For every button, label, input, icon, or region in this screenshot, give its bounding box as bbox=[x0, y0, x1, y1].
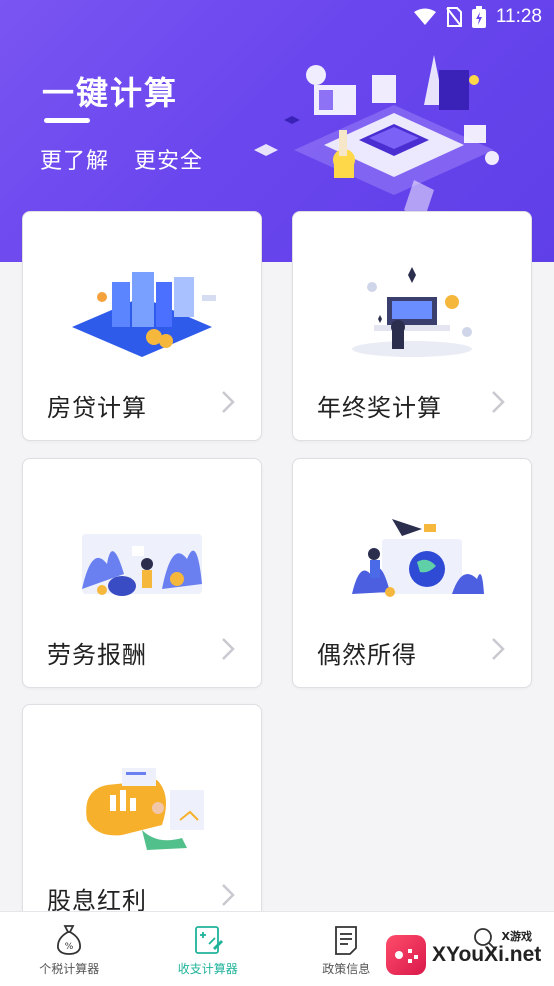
labor-remuneration-illustration bbox=[82, 534, 202, 596]
card-dividend-income[interactable]: 股息红利 bbox=[22, 704, 262, 934]
dividend-illustration bbox=[86, 768, 204, 850]
wifi-icon bbox=[413, 8, 436, 25]
svg-text:%: % bbox=[65, 942, 74, 952]
chevron-right-icon bbox=[222, 391, 235, 413]
battery-charging-icon bbox=[471, 6, 486, 28]
site-watermark: XYouXi.net X游戏 bbox=[386, 928, 546, 982]
card-incidental-income[interactable]: 偶然所得 bbox=[292, 458, 532, 688]
card-labor-remuneration[interactable]: 劳务报酬 bbox=[22, 458, 262, 688]
tab-label: 政策信息 bbox=[322, 962, 371, 976]
card-label: 房贷计算 bbox=[47, 394, 147, 422]
tab-label: 个税计算器 bbox=[39, 962, 100, 976]
status-time: 11:28 bbox=[495, 6, 542, 27]
status-bar: 11:28 bbox=[0, 0, 554, 34]
header-tag-understand: 更了解 bbox=[40, 149, 110, 174]
card-label: 偶然所得 bbox=[317, 641, 417, 669]
gamepad-logo-icon bbox=[386, 935, 426, 975]
chevron-right-icon bbox=[222, 638, 235, 660]
card-label: 劳务报酬 bbox=[47, 641, 147, 669]
document-icon bbox=[335, 926, 358, 955]
chevron-right-icon bbox=[492, 638, 505, 660]
card-year-end-bonus-calc[interactable]: 年终奖计算 bbox=[292, 211, 532, 441]
watermark-text: XYouXi.net bbox=[432, 943, 542, 966]
chevron-right-icon bbox=[222, 884, 235, 906]
watermark-subtext: X游戏 bbox=[501, 930, 532, 943]
mortgage-illustration bbox=[72, 272, 216, 357]
header-tag-secure: 更安全 bbox=[134, 149, 204, 174]
tab-income-expense-calculator[interactable]: 收支计算器 bbox=[139, 912, 278, 986]
incidental-income-illustration bbox=[352, 519, 484, 597]
no-sim-icon bbox=[446, 7, 462, 27]
title-underline bbox=[44, 118, 90, 123]
chevron-right-icon bbox=[492, 391, 505, 413]
tab-personal-tax-calculator[interactable]: % 个税计算器 bbox=[0, 912, 139, 986]
year-end-bonus-illustration bbox=[352, 267, 472, 357]
card-mortgage-calc[interactable]: 房贷计算 bbox=[22, 211, 262, 441]
page-title: 一键计算 bbox=[42, 74, 179, 112]
tab-label: 收支计算器 bbox=[177, 962, 238, 976]
calculator-icon bbox=[194, 926, 223, 954]
money-bag-icon: % bbox=[57, 925, 82, 955]
card-label: 年终奖计算 bbox=[317, 394, 442, 422]
hero-isometric-illustration bbox=[254, 55, 499, 220]
